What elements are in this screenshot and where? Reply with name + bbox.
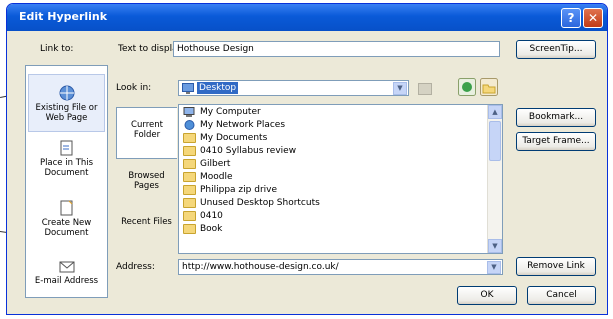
look-in-label: Look in: (116, 83, 152, 93)
link-email-address[interactable]: E-mail Address (28, 260, 105, 286)
list-item[interactable]: Philippa zip drive (183, 184, 277, 197)
folder-icon (183, 145, 196, 156)
folder-icon (183, 184, 196, 195)
link-create-new-document[interactable]: Create New Document (28, 200, 105, 238)
globe-page-icon (59, 85, 74, 101)
tab-recent-files[interactable]: Recent Files (116, 213, 177, 253)
title-bar: Edit Hyperlink ? ✕ (7, 4, 607, 31)
network-icon (184, 119, 195, 130)
list-item[interactable]: Book (183, 223, 222, 236)
target-frame-button[interactable]: Target Frame... (516, 132, 596, 151)
list-scrollbar[interactable]: ▲ ▼ (487, 105, 502, 253)
bookmark-button[interactable]: Bookmark... (516, 108, 596, 127)
tab-browsed-pages[interactable]: Browsed Pages (116, 167, 177, 207)
folder-icon (183, 132, 196, 143)
look-in-dropdown[interactable]: Desktop ▼ (178, 80, 409, 96)
browse-web-icon[interactable] (458, 78, 476, 96)
address-label: Address: (116, 262, 155, 272)
list-item[interactable]: My Documents (183, 132, 267, 145)
text-to-display-input[interactable]: Hothouse Design (173, 41, 500, 57)
edit-hyperlink-dialog: Edit Hyperlink ? ✕ Link to: Text to disp… (6, 3, 608, 315)
folder-icon (183, 223, 196, 234)
computer-icon (183, 106, 195, 117)
chevron-up-icon[interactable]: ▲ (488, 105, 502, 119)
desktop-icon (182, 83, 194, 94)
file-list[interactable]: My Computer My Network Places My Documen… (178, 104, 503, 254)
folder-icon (183, 197, 196, 208)
folder-icon (183, 210, 196, 221)
list-item[interactable]: Unused Desktop Shortcuts (183, 197, 320, 210)
up-folder-icon[interactable] (418, 83, 432, 95)
address-input[interactable]: http://www.hothouse-design.co.uk/ ▼ (178, 259, 503, 275)
chevron-down-icon[interactable]: ▼ (487, 261, 501, 274)
list-item[interactable]: 0410 (183, 210, 223, 223)
tab-current-folder[interactable]: Current Folder (116, 107, 177, 159)
browse-file-icon[interactable] (480, 78, 498, 96)
link-to-bar: Existing File or Web Page Place in This … (25, 65, 108, 298)
folder-icon (183, 158, 196, 169)
list-item[interactable]: My Network Places (183, 119, 285, 132)
remove-link-button[interactable]: Remove Link (516, 257, 596, 276)
list-item[interactable]: Gilbert (183, 158, 230, 171)
folder-icon (183, 171, 196, 182)
screentip-button[interactable]: ScreenTip... (516, 40, 596, 59)
ok-button[interactable]: OK (457, 286, 517, 305)
email-icon (59, 261, 74, 273)
new-document-icon (60, 200, 72, 216)
document-place-icon (60, 140, 72, 156)
help-button[interactable]: ? (561, 8, 581, 28)
cancel-button[interactable]: Cancel (527, 286, 596, 305)
link-place-in-document[interactable]: Place in This Document (28, 140, 105, 178)
scroll-thumb[interactable] (489, 121, 501, 161)
list-item[interactable]: Moodle (183, 171, 233, 184)
link-to-label: Link to: (40, 44, 74, 54)
chevron-down-icon: ▼ (393, 82, 407, 95)
dialog-title: Edit Hyperlink (19, 10, 108, 23)
list-item[interactable]: 0410 Syllabus review (183, 145, 296, 158)
list-item[interactable]: My Computer (183, 106, 261, 119)
link-existing-file[interactable]: Existing File or Web Page (28, 74, 105, 132)
close-button[interactable]: ✕ (583, 8, 603, 28)
chevron-down-icon[interactable]: ▼ (488, 239, 502, 253)
